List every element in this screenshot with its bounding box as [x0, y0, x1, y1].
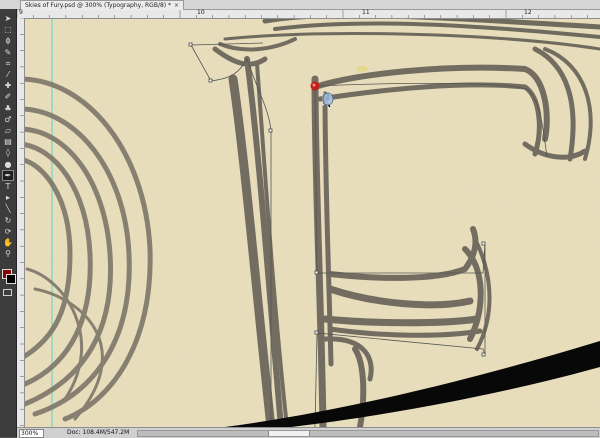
line-tool-icon[interactable]: ╲ [2, 203, 14, 214]
lasso-tool-icon[interactable]: ϕ [2, 35, 14, 46]
type-tool-icon[interactable]: T [2, 181, 14, 192]
horizontal-ruler[interactable]: 9 10 11 12 [17, 9, 600, 19]
document-canvas[interactable] [25, 19, 600, 427]
ruler-ticks [17, 10, 588, 18]
paint-smudge [356, 66, 368, 72]
brush-tool-icon[interactable]: ✐ [2, 91, 14, 102]
hand-tool-icon[interactable]: ✋ [2, 237, 14, 248]
healing-brush-tool-icon[interactable]: ✚ [2, 80, 14, 91]
eyedropper-tool-icon[interactable]: ⁄ [2, 69, 14, 80]
scrollbar-thumb[interactable] [268, 431, 310, 436]
gradient-tool-icon[interactable]: ▤ [2, 136, 14, 147]
move-tool-icon[interactable]: ➤ [2, 13, 14, 24]
3d-orbit-tool-icon[interactable]: ⟳ [2, 226, 14, 237]
3d-rotate-tool-icon[interactable]: ↻ [2, 215, 14, 226]
path-selection-tool-icon[interactable]: ▸ [2, 192, 14, 203]
zoom-tool-icon[interactable]: ⚲ [2, 248, 14, 259]
clone-stamp-tool-icon[interactable]: ♣ [2, 103, 14, 114]
vertical-ruler[interactable] [17, 18, 25, 427]
document-tab[interactable]: Skies of Fury.psd @ 300% (Typography, RG… [20, 0, 185, 10]
blur-tool-icon[interactable]: ◊ [2, 147, 14, 158]
marquee-tool-icon[interactable]: ⬚ [2, 24, 14, 35]
background-color-swatch[interactable] [6, 274, 16, 284]
history-brush-tool-icon[interactable]: ♂ [2, 114, 14, 125]
pen-tool-icon[interactable]: ✒ [2, 169, 14, 181]
quick-mask-icon[interactable] [3, 289, 12, 296]
eraser-tool-icon[interactable]: ▱ [2, 125, 14, 136]
horizontal-scrollbar[interactable] [137, 430, 599, 437]
anchor-highlight [312, 83, 316, 87]
quick-select-tool-icon[interactable]: ✎ [2, 47, 14, 58]
document-info[interactable]: Doc: 108.4M/547.2M [67, 429, 129, 437]
document-tab-bar: Skies of Fury.psd @ 300% (Typography, RG… [0, 0, 600, 10]
tools-panel: ➤ ⬚ ϕ ✎ ⌗ ⁄ ✚ ✐ ♣ ♂ ▱ ▤ ◊ ● ✒ T ▸ ╲ ↻ ⟳ ✋ ⚲ [0, 9, 17, 437]
crop-tool-icon[interactable]: ⌗ [2, 58, 14, 69]
dodge-tool-icon[interactable]: ● [2, 159, 14, 170]
document-tab-title: Skies of Fury.psd @ 300% (Typography, RG… [25, 2, 172, 9]
photoshop-window: Skies of Fury.psd @ 300% (Typography, RG… [0, 0, 600, 438]
status-bar: 300% Doc: 108.4M/547.2M [17, 427, 600, 438]
close-icon[interactable]: × [174, 2, 179, 9]
vertical-ruler-ticks [20, 18, 24, 426]
sketch-artwork [25, 19, 600, 427]
